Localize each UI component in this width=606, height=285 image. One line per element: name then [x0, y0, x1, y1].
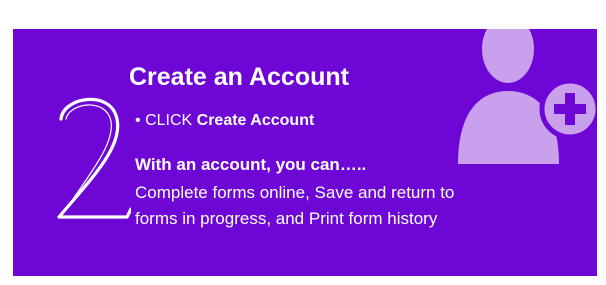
create-account-action-label: Create Account — [196, 112, 315, 129]
benefits-line-1: Complete forms online, Save and return t… — [135, 183, 455, 202]
bullet: • — [135, 112, 141, 129]
instruction-line: • CLICK Create Account — [135, 112, 314, 130]
instruction-prefix: CLICK — [145, 112, 193, 129]
plus-icon — [539, 78, 597, 140]
add-user-icon — [458, 29, 597, 164]
page-title: Create an Account — [129, 63, 349, 91]
create-account-card: 2 Create an Account • CLICK Create Accou… — [13, 29, 597, 276]
step-number-two: 2 — [57, 97, 131, 219]
benefits-heading: With an account, you can….. — [135, 155, 367, 174]
benefits-description: Complete forms online, Save and return t… — [135, 180, 575, 232]
benefits-line-2: forms in progress, and Print form histor… — [135, 209, 438, 228]
